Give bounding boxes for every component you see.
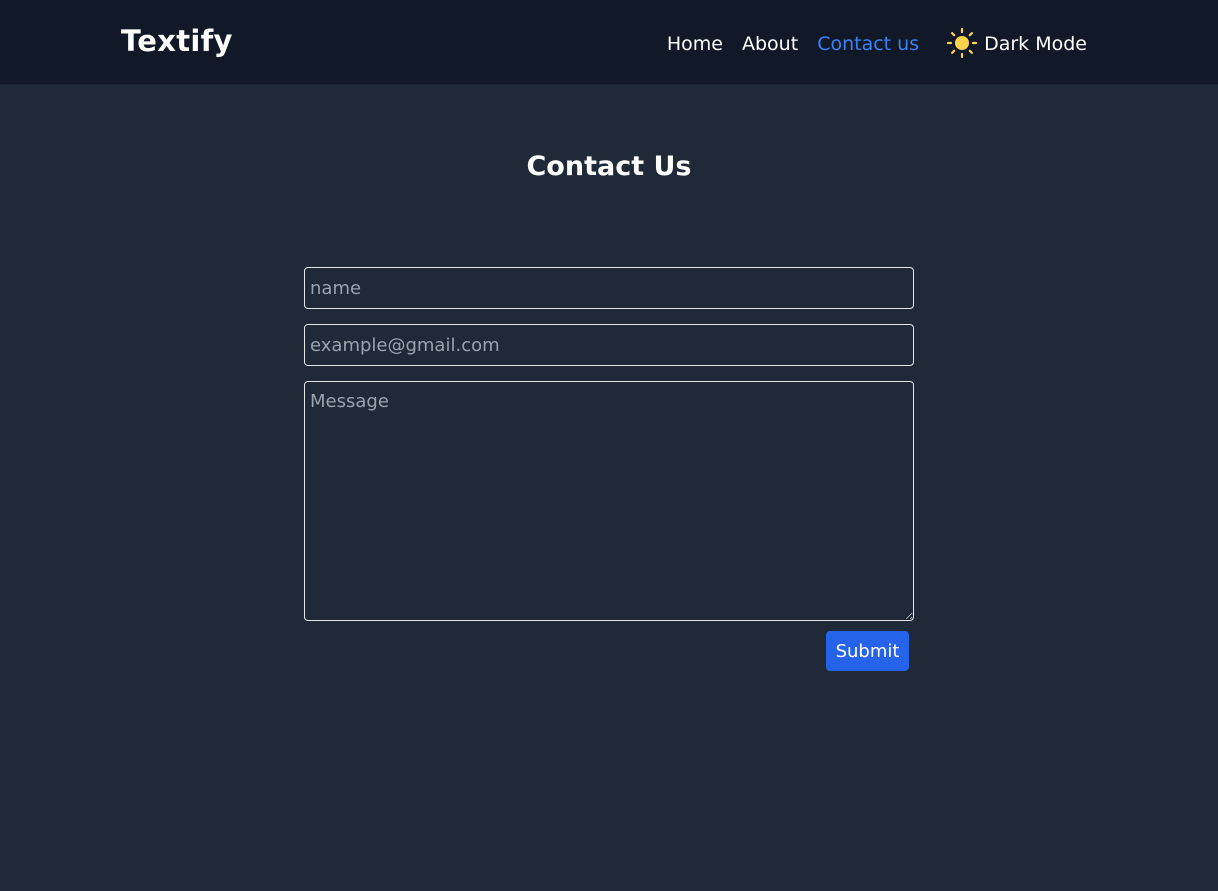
nav-link-about[interactable]: About (742, 33, 798, 55)
nav-link-home[interactable]: Home (667, 33, 723, 55)
brand-logo[interactable]: Textify (121, 24, 233, 58)
dark-mode-label: Dark Mode (984, 33, 1087, 55)
name-input[interactable] (304, 267, 914, 309)
navbar: Textify Home About Contact us Dark Mode (0, 0, 1218, 85)
dark-mode-toggle[interactable]: Dark Mode (946, 27, 1087, 59)
page-title: Contact Us (526, 151, 692, 182)
nav-links: Home About Contact us Dark Mode (648, 27, 1087, 59)
email-input[interactable] (304, 324, 914, 366)
message-textarea[interactable] (304, 381, 914, 621)
nav-link-contact[interactable]: Contact us (817, 33, 919, 55)
sun-icon (946, 27, 978, 59)
contact-form: Submit (304, 267, 914, 671)
submit-row: Submit (304, 631, 914, 671)
submit-button[interactable]: Submit (826, 631, 909, 671)
